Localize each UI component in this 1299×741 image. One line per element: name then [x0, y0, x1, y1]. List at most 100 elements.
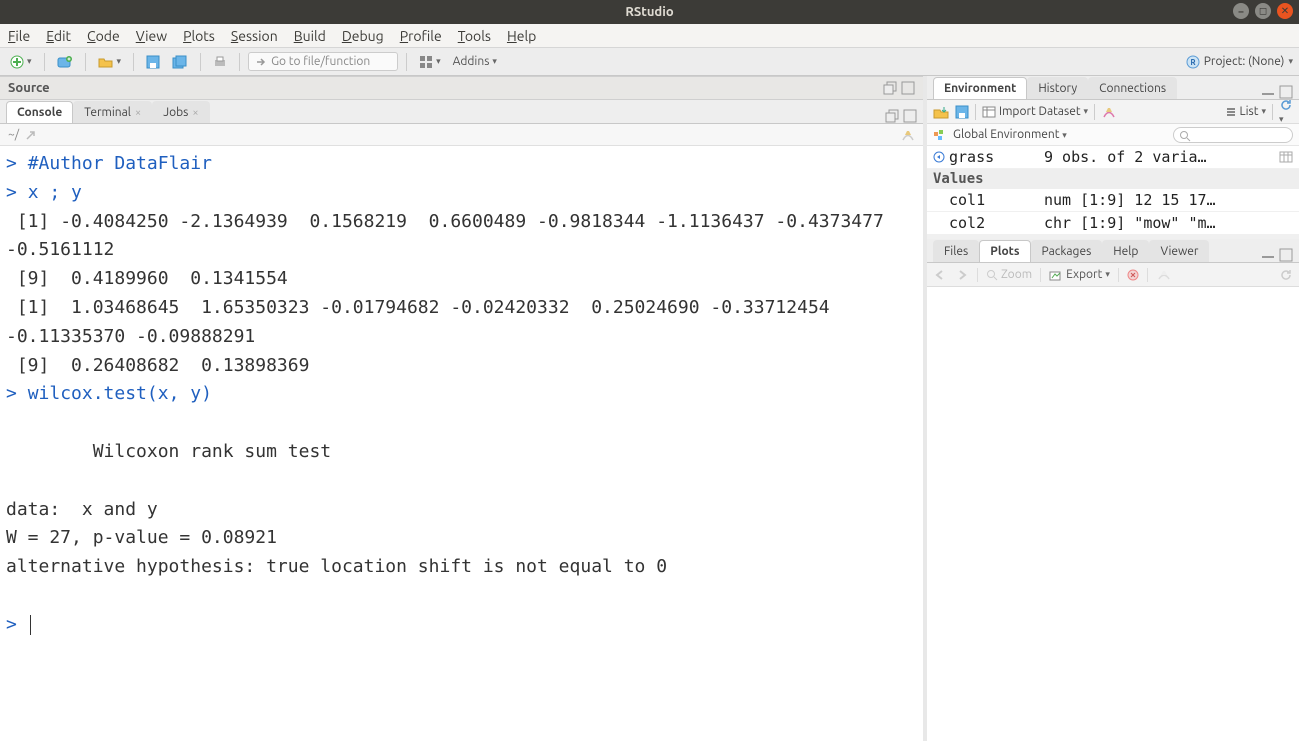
- menu-plots[interactable]: Plots: [183, 28, 215, 44]
- save-button[interactable]: [142, 53, 164, 71]
- tab-viewer[interactable]: Viewer: [1149, 240, 1209, 262]
- caret-icon: ▾: [1261, 106, 1266, 117]
- popout-icon[interactable]: [25, 129, 37, 141]
- save-all-button[interactable]: [168, 53, 192, 71]
- zoom-icon: [986, 269, 998, 281]
- tab-plots[interactable]: Plots: [979, 240, 1030, 262]
- window-title: RStudio: [625, 5, 673, 19]
- refresh-plots-icon[interactable]: [1279, 268, 1293, 282]
- window-controls: – ◻ ✕: [1233, 3, 1293, 19]
- env-section-values: Values: [927, 169, 1299, 189]
- window-minimize-button[interactable]: –: [1233, 3, 1249, 19]
- plot-next-icon[interactable]: [955, 269, 969, 281]
- goto-file-function-input[interactable]: Go to file/function: [248, 52, 398, 71]
- goto-placeholder: Go to file/function: [271, 55, 370, 68]
- clear-plots-icon[interactable]: [1156, 269, 1172, 281]
- env-scope-label: Global Environment: [953, 128, 1060, 141]
- console-tabstrip: Console Terminal × Jobs ×: [0, 100, 923, 124]
- pane-restore-icon[interactable]: [883, 81, 897, 95]
- tab-history[interactable]: History: [1027, 77, 1088, 99]
- tab-files[interactable]: Files: [933, 240, 979, 262]
- tab-connections[interactable]: Connections: [1088, 77, 1177, 99]
- export-label: Export: [1066, 268, 1102, 281]
- tab-label: Terminal: [84, 106, 131, 119]
- new-file-button[interactable]: ▾: [6, 53, 36, 71]
- close-tab-icon[interactable]: ×: [135, 107, 141, 119]
- open-file-button[interactable]: ▾: [94, 53, 126, 71]
- tab-terminal[interactable]: Terminal ×: [73, 101, 152, 123]
- pane-maximize-icon[interactable]: [1279, 248, 1293, 262]
- menu-profile[interactable]: Profile: [400, 28, 442, 44]
- save-workspace-icon[interactable]: [955, 105, 969, 119]
- folder-open-icon: [98, 55, 114, 69]
- import-dataset-label: Import Dataset: [999, 105, 1081, 118]
- pane-maximize-icon[interactable]: [903, 109, 917, 123]
- console-working-dir: ~/: [8, 128, 19, 141]
- console-output[interactable]: > #Author DataFlair > x ; y [1] -0.40842…: [0, 146, 923, 741]
- caret-icon: ▾: [492, 56, 497, 67]
- save-all-icon: [172, 55, 188, 69]
- menu-file[interactable]: File: [8, 28, 30, 44]
- env-var-desc: chr [1:9] "mow" "m…: [1044, 214, 1293, 232]
- env-var-desc: num [1:9] 12 15 17…: [1044, 191, 1293, 209]
- menu-build[interactable]: Build: [294, 28, 326, 44]
- refresh-env-icon[interactable]: ▾: [1279, 98, 1293, 125]
- list-icon: [1225, 106, 1237, 118]
- plot-prev-icon[interactable]: [933, 269, 947, 281]
- pane-minimize-icon[interactable]: [1261, 248, 1275, 262]
- source-label: Source: [8, 81, 50, 95]
- env-obj-name: grass: [949, 148, 1044, 166]
- env-toolbar: Import Dataset ▾ List ▾ ▾: [927, 100, 1299, 124]
- addins-button[interactable]: Addins ▾: [449, 53, 501, 70]
- clear-console-icon[interactable]: [901, 128, 915, 142]
- menu-session[interactable]: Session: [231, 28, 278, 44]
- clear-env-icon[interactable]: [1101, 105, 1117, 119]
- menu-help[interactable]: Help: [507, 28, 536, 44]
- zoom-button[interactable]: Zoom: [986, 268, 1032, 281]
- window-maximize-button[interactable]: ◻: [1255, 3, 1271, 19]
- load-workspace-icon[interactable]: [933, 105, 949, 119]
- env-view-mode[interactable]: List ▾: [1225, 105, 1266, 118]
- plots-area: [927, 287, 1299, 741]
- close-tab-icon[interactable]: ×: [192, 107, 198, 119]
- env-list: grass 9 obs. of 2 varia… Values col1num …: [927, 146, 1299, 235]
- env-value-row[interactable]: col1num [1:9] 12 15 17…: [927, 189, 1299, 212]
- env-data-row[interactable]: grass 9 obs. of 2 varia…: [927, 146, 1299, 169]
- export-button[interactable]: Export ▾: [1049, 268, 1110, 281]
- menu-debug[interactable]: Debug: [342, 28, 384, 44]
- import-dataset-button[interactable]: Import Dataset ▾: [982, 105, 1088, 118]
- tab-packages[interactable]: Packages: [1031, 240, 1103, 262]
- main-toolbar: ▾ ▾ Go to file/function ▾ Addins ▾ R Pro…: [0, 48, 1299, 76]
- view-table-icon[interactable]: [1279, 151, 1293, 163]
- expand-icon[interactable]: [933, 151, 945, 163]
- tab-console[interactable]: Console: [6, 101, 73, 123]
- tab-environment[interactable]: Environment: [933, 77, 1027, 99]
- project-label: Project: (None): [1204, 55, 1285, 68]
- tab-label: Jobs: [163, 106, 188, 119]
- remove-plot-icon[interactable]: [1127, 269, 1139, 281]
- list-label: List: [1240, 105, 1259, 118]
- pane-restore-icon[interactable]: [885, 109, 899, 123]
- env-value-row[interactable]: col2chr [1:9] "mow" "m…: [927, 212, 1299, 235]
- grid-button[interactable]: ▾: [415, 53, 445, 71]
- pane-minimize-icon[interactable]: [1261, 85, 1275, 99]
- menu-tools[interactable]: Tools: [458, 28, 491, 44]
- window-titlebar: RStudio – ◻ ✕: [0, 0, 1299, 24]
- console-subbar: ~/: [0, 124, 923, 146]
- menu-view[interactable]: View: [136, 28, 167, 44]
- print-button[interactable]: [209, 53, 231, 71]
- tab-jobs[interactable]: Jobs ×: [152, 101, 209, 123]
- env-scope-dropdown[interactable]: Global Environment ▾: [953, 128, 1067, 141]
- grid-icon: [419, 55, 433, 69]
- pane-maximize-icon[interactable]: [901, 81, 915, 95]
- menu-code[interactable]: Code: [87, 28, 120, 44]
- tab-help[interactable]: Help: [1102, 240, 1149, 262]
- caret-icon: ▾: [1288, 56, 1293, 67]
- arrow-right-icon: [255, 56, 267, 68]
- project-menu[interactable]: R Project: (None) ▾: [1186, 55, 1293, 69]
- menu-edit[interactable]: Edit: [46, 28, 71, 44]
- new-project-button[interactable]: [53, 53, 77, 71]
- window-close-button[interactable]: ✕: [1277, 3, 1293, 19]
- pane-maximize-icon[interactable]: [1279, 85, 1293, 99]
- env-search-input[interactable]: [1173, 127, 1293, 143]
